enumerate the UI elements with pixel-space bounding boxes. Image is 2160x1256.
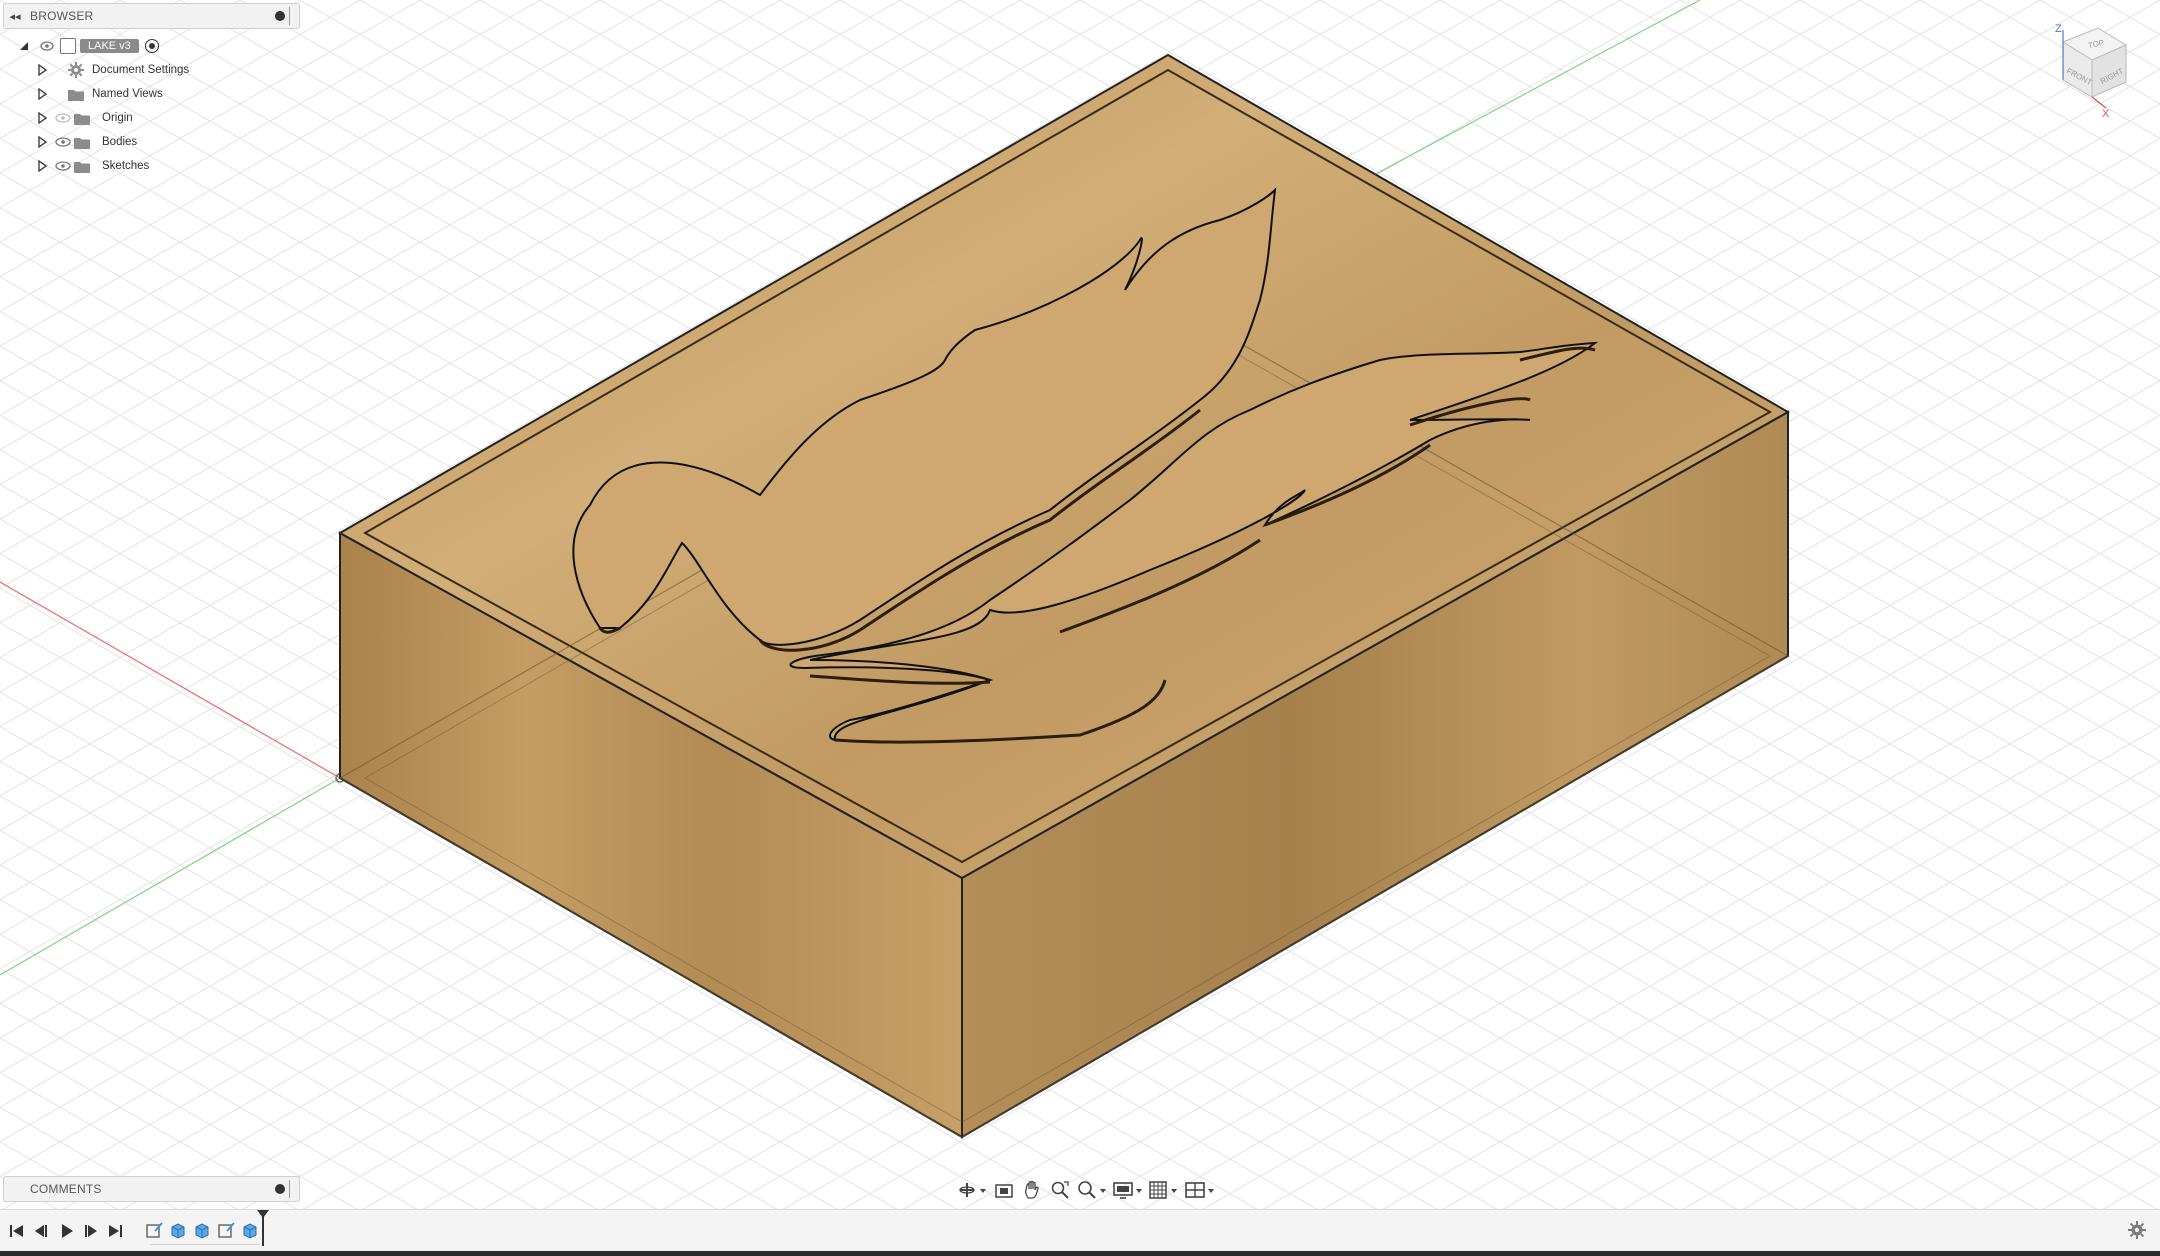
grid-settings-button[interactable] <box>1147 1176 1181 1204</box>
sketch-icon <box>146 1222 163 1238</box>
pin-browser-button[interactable] <box>271 7 289 25</box>
tree-item-label: Named Views <box>92 88 163 100</box>
add-comment-button[interactable] <box>271 1180 289 1198</box>
expand-arrow-icon[interactable] <box>36 159 48 173</box>
expand-arrow-icon[interactable] <box>36 87 48 101</box>
timeline-settings-button[interactable] <box>2128 1221 2146 1239</box>
gear-icon <box>2128 1221 2146 1239</box>
tree-item-sketches[interactable]: Sketches <box>36 155 149 177</box>
timeline-feature-extrude[interactable] <box>239 1219 261 1241</box>
timeline-marker-handle[interactable] <box>257 1210 269 1218</box>
design-canvas[interactable]: TOP FRONT RIGHT Z X <box>0 0 2160 1256</box>
tree-item-label: Origin <box>102 112 133 124</box>
timeline-feature-extrude[interactable] <box>167 1219 189 1241</box>
timeline-feature-sketch[interactable] <box>143 1219 165 1241</box>
viewports-button[interactable] <box>1183 1176 1217 1204</box>
folder-icon <box>72 159 92 173</box>
zoom-window-icon <box>1051 1181 1069 1199</box>
folder-icon <box>72 111 92 125</box>
look-at-icon <box>995 1184 1013 1198</box>
play-button[interactable] <box>58 1222 76 1240</box>
visibility-eye-icon[interactable] <box>38 39 56 53</box>
timeline-marker[interactable] <box>257 1210 269 1246</box>
visibility-eye-icon[interactable] <box>54 159 72 173</box>
display-settings-icon <box>1113 1182 1142 1199</box>
look-at-button[interactable] <box>991 1176 1017 1204</box>
expand-arrow-icon[interactable] <box>36 111 48 125</box>
skip-to-start-icon <box>10 1225 23 1237</box>
viewcube-x-label: X <box>2102 108 2110 120</box>
status-bar <box>0 1251 2160 1256</box>
skip-to-start-button[interactable] <box>8 1222 26 1240</box>
visibility-eye-icon[interactable] <box>54 135 72 149</box>
tree-item-label: Document Settings <box>92 64 190 76</box>
skip-to-end-button[interactable] <box>106 1222 124 1240</box>
browser-grip-handle[interactable] <box>289 7 296 25</box>
tree-item-label: Bodies <box>102 136 138 148</box>
timeline <box>0 1209 2160 1252</box>
grid-settings-icon <box>1149 1181 1177 1199</box>
pin-icon <box>275 11 285 21</box>
sketch-icon <box>218 1222 235 1238</box>
fit-zoom-icon <box>1078 1181 1106 1199</box>
fit-zoom-button[interactable] <box>1075 1176 1109 1204</box>
skip-to-end-icon <box>109 1225 122 1237</box>
tree-root-row[interactable]: LAKE v3 <box>20 35 159 57</box>
browser-title: BROWSER <box>30 9 94 23</box>
folder-icon <box>72 135 92 149</box>
expand-arrow-icon[interactable] <box>36 63 48 77</box>
browser-panel-header: ◂◂ BROWSER <box>3 3 300 29</box>
play-icon <box>62 1224 73 1238</box>
step-back-icon <box>35 1225 47 1237</box>
step-forward-icon <box>85 1225 97 1237</box>
extrude-icon <box>195 1223 209 1239</box>
extrude-icon <box>171 1223 185 1239</box>
timeline-feature-extrude[interactable] <box>191 1219 213 1241</box>
orbit-button[interactable] <box>957 1176 989 1204</box>
gear-icon <box>66 62 86 78</box>
activate-radio-icon[interactable] <box>144 39 159 53</box>
tree-item-document-settings[interactable]: Document Settings <box>36 59 189 81</box>
comments-title: COMMENTS <box>30 1182 102 1196</box>
display-settings-button[interactable] <box>1111 1176 1145 1204</box>
comments-panel-header: COMMENTS <box>3 1176 300 1202</box>
tree-item-origin[interactable]: Origin <box>36 107 133 129</box>
orbit-icon <box>959 1183 986 1197</box>
extrude-icon <box>243 1223 257 1239</box>
visibility-hidden-eye-icon[interactable] <box>54 111 72 125</box>
root-component-label[interactable]: LAKE v3 <box>80 39 139 53</box>
timeline-feature-sketch[interactable] <box>215 1219 237 1241</box>
pan-icon <box>1024 1180 1039 1199</box>
step-forward-button[interactable] <box>82 1222 100 1240</box>
zoom-window-button[interactable] <box>1047 1176 1073 1204</box>
expand-arrow-icon[interactable] <box>36 135 48 149</box>
navigation-toolbar <box>957 1173 1217 1207</box>
viewports-icon <box>1185 1182 1214 1198</box>
step-back-button[interactable] <box>32 1222 50 1240</box>
tree-item-named-views[interactable]: Named Views <box>36 83 163 105</box>
add-comment-icon <box>275 1184 285 1194</box>
comments-grip-handle[interactable] <box>289 1180 296 1198</box>
folder-icon <box>66 87 86 101</box>
pan-button[interactable] <box>1019 1176 1045 1204</box>
tree-item-bodies[interactable]: Bodies <box>36 131 137 153</box>
viewcube-z-label: Z <box>2055 23 2062 35</box>
collapse-triangle-icon[interactable] <box>20 42 28 50</box>
tree-item-label: Sketches <box>102 160 150 172</box>
collapse-browser-button[interactable]: ◂◂ <box>4 10 26 23</box>
component-icon <box>60 38 76 54</box>
